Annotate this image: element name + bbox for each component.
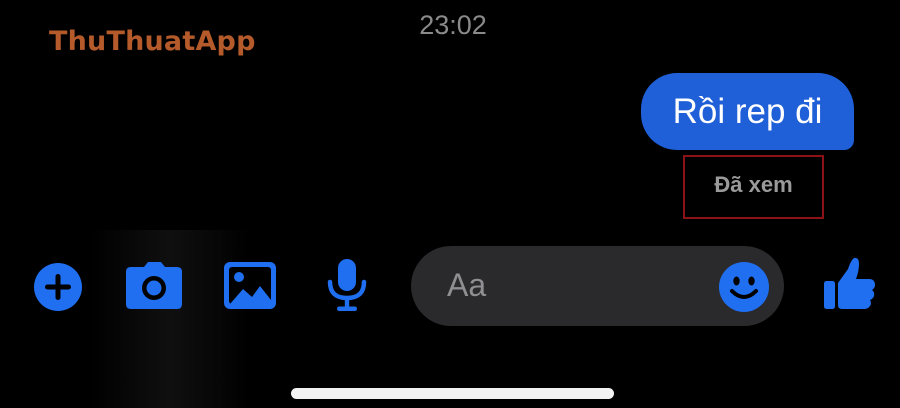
status-bar-time: 23:02 [419, 10, 487, 40]
plus-icon[interactable] [33, 262, 83, 312]
background-shade [90, 230, 250, 408]
microphone-icon[interactable] [327, 258, 367, 312]
emoji-icon[interactable] [718, 261, 770, 313]
message-input[interactable]: Aa [411, 246, 784, 326]
message-input-placeholder: Aa [447, 267, 487, 303]
image-icon[interactable] [224, 262, 276, 309]
camera-icon[interactable] [125, 262, 183, 310]
message-text: Rồi rep đi [672, 91, 823, 131]
home-indicator[interactable] [291, 388, 614, 399]
sent-message-bubble[interactable]: Rồi rep đi [641, 73, 854, 150]
thumbs-up-icon[interactable] [822, 257, 876, 311]
seen-status: Đã xem [714, 172, 793, 197]
